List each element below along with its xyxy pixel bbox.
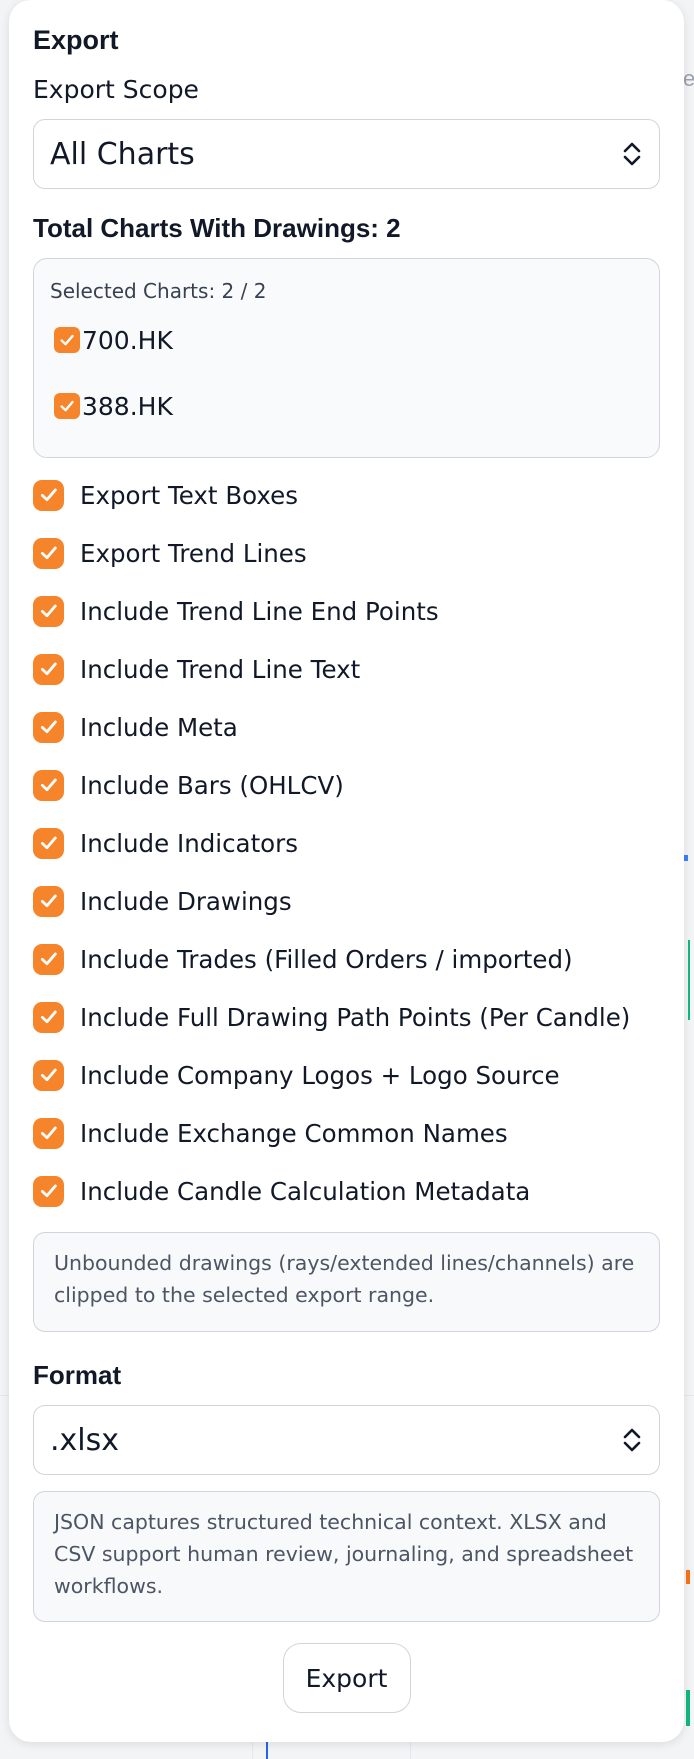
option-label: Include Bars (OHLCV) bbox=[80, 770, 344, 800]
checkmark-icon bbox=[40, 1068, 57, 1082]
checkmark-icon bbox=[40, 778, 57, 792]
option-label: Include Full Drawing Path Points (Per Ca… bbox=[80, 1002, 631, 1032]
export-scope-select[interactable]: All Charts bbox=[33, 119, 660, 189]
checkmark-icon bbox=[40, 662, 57, 676]
option-checkbox[interactable] bbox=[33, 1175, 64, 1207]
option-checkbox[interactable] bbox=[33, 1117, 64, 1149]
checkmark-icon bbox=[40, 1010, 57, 1024]
option-checkbox[interactable] bbox=[33, 537, 64, 569]
export-scope-value: All Charts bbox=[50, 136, 195, 172]
checkmark-icon bbox=[40, 894, 57, 908]
option-label: Export Text Boxes bbox=[80, 480, 298, 510]
option-checkbox[interactable] bbox=[33, 595, 64, 627]
option-include-company-logos[interactable]: Include Company Logos + Logo Source bbox=[33, 1046, 660, 1104]
option-export-trend-lines[interactable]: Export Trend Lines bbox=[33, 524, 660, 582]
background-chart-mark bbox=[686, 1690, 690, 1726]
format-value: .xlsx bbox=[50, 1422, 120, 1458]
option-label: Include Company Logos + Logo Source bbox=[80, 1060, 560, 1090]
option-label: Include Exchange Common Names bbox=[80, 1118, 508, 1148]
option-checkbox[interactable] bbox=[33, 479, 64, 511]
export-scope-label: Export Scope bbox=[33, 75, 199, 104]
option-label: Include Indicators bbox=[80, 828, 298, 858]
format-select[interactable]: .xlsx bbox=[33, 1405, 660, 1475]
format-label: Format bbox=[33, 1360, 122, 1390]
chart-checkbox[interactable] bbox=[54, 393, 80, 419]
chart-symbol: 388.HK bbox=[82, 391, 173, 421]
checkmark-icon bbox=[60, 400, 74, 412]
selected-charts-box: Selected Charts: 2 / 2 700.HK 388.HK bbox=[33, 258, 660, 458]
option-include-full-drawing-path-points[interactable]: Include Full Drawing Path Points (Per Ca… bbox=[33, 988, 660, 1046]
option-label: Export Trend Lines bbox=[80, 538, 307, 568]
chevron-up-down-icon bbox=[623, 142, 641, 166]
background-text-fragment: e bbox=[683, 66, 694, 91]
option-label: Include Trades (Filled Orders / imported… bbox=[80, 944, 573, 974]
selected-charts-count: Selected Charts: 2 / 2 bbox=[50, 279, 267, 303]
option-include-candle-calculation-metadata[interactable]: Include Candle Calculation Metadata bbox=[33, 1162, 660, 1220]
checkmark-icon bbox=[40, 836, 57, 850]
option-include-trades[interactable]: Include Trades (Filled Orders / imported… bbox=[33, 930, 660, 988]
background-chart-mark bbox=[688, 940, 690, 1020]
option-include-trend-line-text[interactable]: Include Trend Line Text bbox=[33, 640, 660, 698]
chart-item[interactable]: 388.HK bbox=[50, 391, 643, 421]
option-label: Include Candle Calculation Metadata bbox=[80, 1176, 531, 1206]
chart-symbol: 700.HK bbox=[82, 325, 173, 355]
format-note: JSON captures structured technical conte… bbox=[33, 1491, 660, 1622]
clip-note: Unbounded drawings (rays/extended lines/… bbox=[33, 1232, 660, 1332]
background-chart-mark bbox=[686, 1570, 690, 1584]
checkmark-icon bbox=[40, 604, 57, 618]
option-checkbox[interactable] bbox=[33, 653, 64, 685]
option-checkbox[interactable] bbox=[33, 1059, 64, 1091]
option-checkbox[interactable] bbox=[33, 769, 64, 801]
chart-item[interactable]: 700.HK bbox=[50, 325, 643, 355]
option-include-drawings[interactable]: Include Drawings bbox=[33, 872, 660, 930]
checkmark-icon bbox=[40, 1184, 57, 1198]
chevron-up-down-icon bbox=[623, 1428, 641, 1452]
total-charts-label: Total Charts With Drawings: 2 bbox=[33, 213, 401, 243]
option-checkbox[interactable] bbox=[33, 711, 64, 743]
option-export-text-boxes[interactable]: Export Text Boxes bbox=[33, 466, 660, 524]
option-label: Include Trend Line Text bbox=[80, 654, 361, 684]
option-checkbox[interactable] bbox=[33, 1001, 64, 1033]
option-checkbox[interactable] bbox=[33, 827, 64, 859]
checkmark-icon bbox=[40, 488, 57, 502]
checkmark-icon bbox=[40, 952, 57, 966]
option-label: Include Meta bbox=[80, 712, 238, 742]
option-include-meta[interactable]: Include Meta bbox=[33, 698, 660, 756]
option-include-exchange-common-names[interactable]: Include Exchange Common Names bbox=[33, 1104, 660, 1162]
export-button-row: Export bbox=[33, 1643, 660, 1713]
option-include-trend-line-end-points[interactable]: Include Trend Line End Points bbox=[33, 582, 660, 640]
background-chart-mark bbox=[266, 1742, 268, 1759]
panel-title: Export bbox=[33, 25, 119, 55]
option-label: Include Drawings bbox=[80, 886, 292, 916]
export-options-list: Export Text Boxes Export Trend Lines Inc… bbox=[33, 466, 660, 1220]
checkmark-icon bbox=[40, 720, 57, 734]
export-button[interactable]: Export bbox=[282, 1643, 411, 1713]
checkmark-icon bbox=[40, 1126, 57, 1140]
background-chart-mark bbox=[684, 855, 688, 861]
option-include-bars[interactable]: Include Bars (OHLCV) bbox=[33, 756, 660, 814]
option-label: Include Trend Line End Points bbox=[80, 596, 439, 626]
export-panel: Export Export Scope All Charts Total Cha… bbox=[9, 0, 684, 1742]
checkmark-icon bbox=[40, 546, 57, 560]
checkmark-icon bbox=[60, 334, 74, 346]
option-checkbox[interactable] bbox=[33, 943, 64, 975]
chart-checkbox[interactable] bbox=[54, 327, 80, 353]
option-include-indicators[interactable]: Include Indicators bbox=[33, 814, 660, 872]
option-checkbox[interactable] bbox=[33, 885, 64, 917]
